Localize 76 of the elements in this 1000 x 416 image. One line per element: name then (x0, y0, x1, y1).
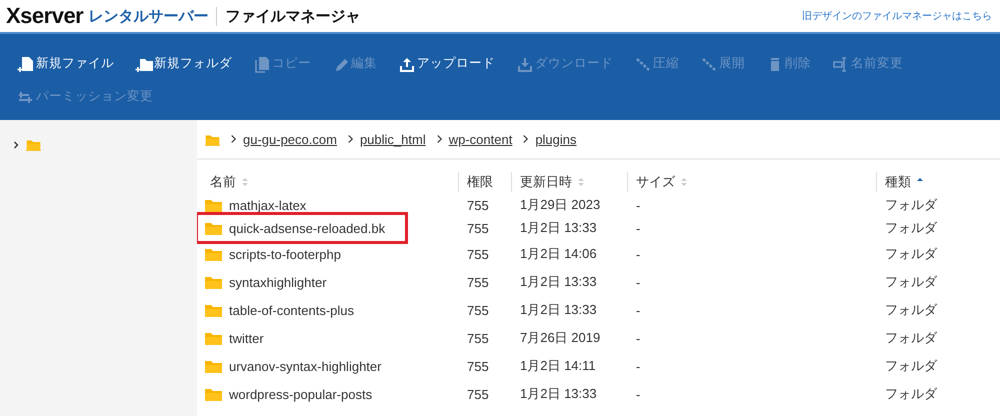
table-cell: - (636, 246, 640, 262)
service-name: レンタルサーバー (88, 6, 218, 26)
toolbar-button[interactable]: アップロード (399, 54, 495, 73)
table-cell: - (636, 198, 640, 212)
table-cell: 755 (467, 358, 489, 374)
folder-icon (204, 330, 223, 346)
column-header[interactable]: 名前 (210, 173, 236, 191)
file-name[interactable]: urvanov-syntax-highlighter (229, 358, 382, 374)
download-icon (517, 56, 533, 72)
table-cell: 1月2日 13:33 (520, 301, 597, 319)
file-name[interactable]: scripts-to-footerphp (229, 246, 341, 262)
table-cell: 1月2日 14:06 (520, 245, 597, 263)
column-header[interactable]: 更新日時 (520, 173, 572, 191)
toolbar-button[interactable]: 新規ファイル (18, 54, 114, 73)
table-cell: - (636, 274, 640, 290)
breadcrumb-link[interactable]: plugins (535, 132, 577, 146)
file-name[interactable]: twitter (229, 330, 264, 346)
chevron-icon (522, 134, 530, 144)
folder-icon (204, 220, 223, 236)
table-cell: - (636, 330, 640, 346)
table-cell: フォルダ (885, 301, 937, 319)
table-cell: 1月2日 13:33 (520, 219, 597, 237)
file-name[interactable]: mathjax-latex (229, 198, 306, 212)
table-cell: 1月2日 13:33 (520, 385, 597, 403)
table-cell: - (636, 358, 640, 374)
table-cell: フォルダ (885, 273, 937, 291)
folder-icon[interactable] (26, 138, 41, 151)
table-cell: - (636, 302, 640, 318)
page-title: ファイルマネージャ (224, 6, 360, 26)
file-name[interactable]: table-of-contents-plus (229, 302, 354, 318)
file-name[interactable]: syntaxhighlighter (229, 274, 327, 290)
table-cell: フォルダ (885, 196, 937, 214)
file-name[interactable]: wordpress-popular-posts (229, 386, 372, 402)
chevron-icon (230, 134, 237, 144)
column-header[interactable]: サイズ (636, 173, 675, 191)
folder-icon (204, 386, 223, 402)
table-cell: 755 (467, 302, 489, 318)
table-cell: - (636, 220, 640, 236)
rename-icon (833, 56, 849, 72)
breadcrumb-link[interactable]: gu-gu-peco.com (243, 132, 337, 146)
chevron-icon (346, 134, 354, 144)
breadcrumb-link[interactable]: public_html (360, 132, 426, 146)
upload-icon (399, 56, 415, 72)
folder-icon (204, 358, 223, 374)
copy-icon (254, 56, 270, 72)
old-design-link[interactable]: 旧デザインのファイルマネージャはこちら (802, 9, 992, 23)
chevron-icon[interactable] (12, 140, 20, 148)
table-cell: 755 (467, 246, 489, 262)
column-header[interactable]: 種類 (885, 173, 911, 191)
table-cell: フォルダ (885, 219, 937, 237)
table-cell: 755 (467, 330, 489, 346)
folder-icon (204, 302, 223, 318)
chevron-icon (436, 134, 443, 144)
table-cell: 755 (467, 274, 489, 290)
table-cell: 1月2日 13:33 (520, 273, 597, 291)
folder-icon (204, 197, 223, 213)
new-file-icon (18, 56, 34, 72)
table-cell: フォルダ (885, 329, 937, 347)
breadcrumb-link[interactable]: wp-content (448, 132, 512, 146)
table-cell: 755 (467, 220, 489, 236)
logo-text: Xserver (6, 3, 84, 29)
table-cell: 755 (467, 386, 489, 402)
table-cell: フォルダ (885, 245, 937, 263)
toolbar-button[interactable]: 新規フォルダ (136, 54, 232, 73)
column-header[interactable]: 権限 (467, 173, 493, 191)
table-cell: - (636, 386, 640, 402)
file-name[interactable]: quick-adsense-reloaded.bk (229, 220, 386, 236)
table-cell: 1月2日 14:11 (520, 357, 596, 375)
table-cell: 1月29日 2023 (520, 196, 600, 214)
folder-icon (204, 246, 223, 262)
table-cell: 7月26日 2019 (520, 329, 600, 347)
table-cell: フォルダ (885, 385, 937, 403)
table-cell: 755 (467, 198, 489, 212)
folder-icon[interactable] (205, 132, 220, 146)
table-cell: フォルダ (885, 357, 937, 375)
folder-icon (204, 274, 223, 290)
